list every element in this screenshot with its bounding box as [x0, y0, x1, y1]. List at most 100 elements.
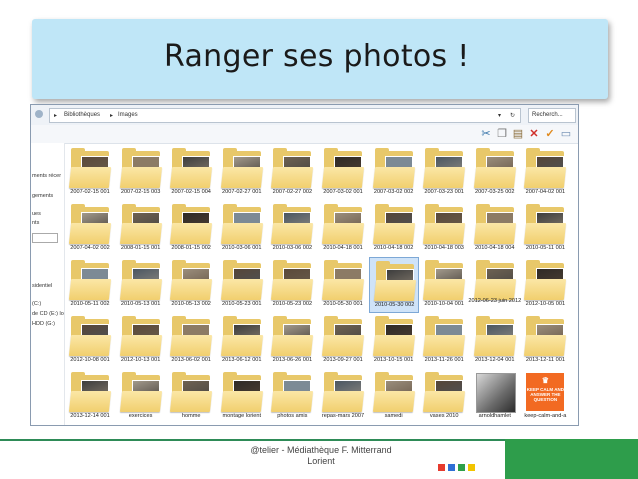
folder-item[interactable]: 2007-03-25 002	[470, 145, 520, 201]
footer-credit: @telier - Médiathèque F. Mitterrand Lori…	[232, 445, 410, 467]
folder-item[interactable]: 2007-03-23 001	[419, 145, 469, 201]
folder-item[interactable]: 2013-12-14 001	[65, 369, 115, 425]
breadcrumb-libraries[interactable]: Bibliothèques	[64, 112, 100, 118]
folder-icon	[321, 167, 365, 188]
sidebar-item[interactable]: nts	[32, 220, 39, 226]
back-icon[interactable]	[35, 110, 43, 118]
folder-icon	[170, 167, 213, 188]
folder-label: 2010-03-06 002	[272, 245, 313, 251]
folder-item[interactable]: 2013-06-26 001	[267, 313, 317, 369]
folder-item[interactable]: 2008-01-15 002	[166, 201, 216, 257]
paste-icon[interactable]: ▤	[511, 127, 525, 141]
delete-icon[interactable]: ✕	[527, 127, 541, 141]
folder-item[interactable]: 2013-09-27 001	[318, 313, 368, 369]
sidebar-item[interactable]: sidentiel	[32, 283, 52, 289]
folder-label: 2010-03-06 001	[222, 245, 262, 251]
folder-label: 2013-12-14 001	[70, 413, 110, 419]
copy-icon[interactable]: ❐	[495, 127, 509, 141]
checkmark-icon[interactable]: ✓	[543, 127, 557, 141]
image-thumbnail: ♛ KEEP CALM AND ANSWER THE QUESTION	[526, 373, 565, 411]
folder-item[interactable]: 2010-05-23 001	[217, 257, 267, 313]
folder-item[interactable]: homme	[166, 369, 216, 425]
folder-item[interactable]: 2013-06-02 001	[166, 313, 216, 369]
folder-item[interactable]: ♛ KEEP CALM AND ANSWER THE QUESTION keep-c…	[520, 369, 570, 425]
folder-item[interactable]: 2007-02-15 004	[166, 145, 216, 201]
folder-item[interactable]: 2007-02-27 001	[217, 145, 267, 201]
folder-item[interactable]: 2007-02-15 001	[65, 145, 115, 201]
folder-item[interactable]: 2010-05-30 001	[318, 257, 368, 313]
folder-icon	[473, 167, 516, 188]
folder-label: 2007-04-02 001	[525, 189, 566, 195]
folder-icon[interactable]: ▭	[559, 127, 573, 141]
folder-item[interactable]: 2008-01-15 001	[116, 201, 166, 257]
folder-item[interactable]: 2007-03-02 002	[369, 145, 419, 201]
folder-item[interactable]: 2012-10-08 001	[65, 313, 115, 369]
sidebar-field[interactable]	[32, 233, 58, 243]
folder-label: montage lorient	[222, 413, 262, 419]
folder-item[interactable]: 2013-12-04 001	[470, 313, 520, 369]
sidebar-item[interactable]: gements	[32, 193, 53, 199]
folder-item[interactable]: repas-mars 2007	[318, 369, 368, 425]
folder-item[interactable]: 2007-02-15 003	[116, 145, 166, 201]
folder-item[interactable]: 2010-05-23 002	[267, 257, 317, 313]
sidebar-item[interactable]: ments récer	[32, 173, 61, 179]
folder-item[interactable]: 2010-05-11 001	[520, 201, 570, 257]
folder-item[interactable]: 2007-04-02 001	[520, 145, 570, 201]
folder-label: 2007-03-25 002	[475, 189, 515, 195]
folder-item[interactable]: photos amis	[267, 369, 317, 425]
folder-icon	[524, 335, 567, 356]
folder-icon	[524, 279, 567, 300]
folder-item[interactable]: exercices	[116, 369, 166, 425]
folder-icon	[372, 223, 415, 244]
folder-item[interactable]: 2010-05-30 002	[368, 257, 419, 313]
folder-label: repas-mars 2007	[321, 413, 365, 419]
folder-icon	[170, 335, 213, 356]
folder-item[interactable]: samedi	[369, 369, 419, 425]
dropdown-icon[interactable]: ▾	[498, 112, 501, 119]
image-thumbnail	[475, 373, 516, 413]
search-input[interactable]: Recherch...	[528, 108, 576, 123]
folder-item[interactable]: 2013-10-15 001	[369, 313, 419, 369]
folder-item[interactable]: 2010-04-18 001	[318, 201, 368, 257]
folder-item[interactable]: 2010-04-18 003	[419, 201, 469, 257]
folder-item[interactable]: 2010-03-06 002	[267, 201, 317, 257]
sidebar-item[interactable]: de CD (E:) lo	[32, 311, 64, 317]
folder-item[interactable]: 2010-05-11 002	[65, 257, 115, 313]
breadcrumb-images[interactable]: Images	[118, 112, 138, 118]
folder-item[interactable]: 2010-10-04 001	[419, 257, 469, 313]
folder-icon	[372, 391, 415, 412]
folder-label: 2010-04-18 001	[323, 245, 363, 251]
folder-label: 2007-03-02 002	[373, 189, 414, 195]
file-grid: 2007-02-15 001 2007-02-15 003 2007-02-15 0…	[65, 145, 578, 425]
folder-item[interactable]: 2013-12-11 001	[520, 313, 570, 369]
folder-label: 2010-05-11 001	[525, 245, 565, 251]
address-field[interactable]: ▸ Bibliothèques ▸ Images ▾ ↻	[49, 108, 521, 123]
folder-item[interactable]: 2013-11-26 001	[419, 313, 469, 369]
sidebar-item[interactable]: (C:)	[32, 301, 41, 307]
folder-item[interactable]: montage lorient	[217, 369, 267, 425]
folder-item[interactable]: 2010-03-06 001	[217, 201, 267, 257]
refresh-icon[interactable]: ↻	[510, 112, 515, 119]
folder-item[interactable]: 2007-02-27 002	[267, 145, 317, 201]
folder-item[interactable]: 2010-05-13 002	[166, 257, 216, 313]
folder-label: 2013-06-12 001	[222, 357, 262, 363]
folder-item[interactable]: 2012-06-23 juin 2012	[468, 257, 521, 313]
folder-item[interactable]: 2010-04-18 004	[470, 201, 520, 257]
folder-icon	[68, 335, 112, 356]
folder-item[interactable]: 2007-04-02 002	[65, 201, 115, 257]
folder-item[interactable]: 2007-03-02 001	[318, 145, 368, 201]
folder-item[interactable]: 2012-10-13 001	[116, 313, 166, 369]
sidebar-item[interactable]: HDD (G:)	[32, 321, 55, 327]
folder-item[interactable]: 2010-04-18 002	[369, 201, 419, 257]
folder-item[interactable]: vases 2010	[419, 369, 469, 425]
folder-item[interactable]: 2010-05-13 001	[116, 257, 166, 313]
color-square	[438, 464, 445, 471]
sidebar-item[interactable]: ues	[32, 211, 41, 217]
folder-icon	[271, 223, 314, 244]
scissors-icon[interactable]: ✂	[479, 127, 493, 141]
folder-item[interactable]: 2012-10-05 001	[520, 257, 570, 313]
folder-item[interactable]: arnoldhamlet	[470, 369, 520, 425]
footer-green-block	[505, 439, 638, 479]
folder-icon	[372, 335, 415, 356]
folder-item[interactable]: 2013-06-12 001	[217, 313, 267, 369]
